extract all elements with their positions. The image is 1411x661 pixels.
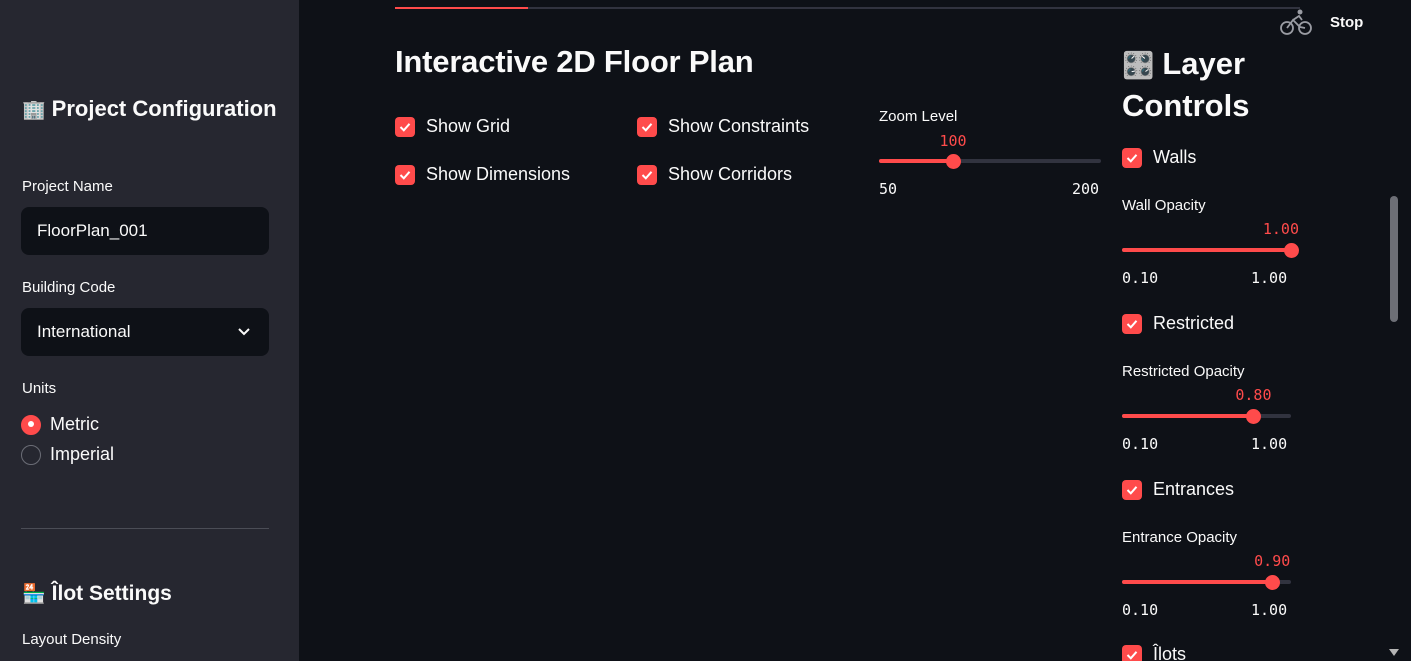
wall-opacity-max: 1.00: [1251, 269, 1288, 287]
zoom-max-label: 200: [1072, 180, 1100, 198]
restricted-opacity-slider[interactable]: [1122, 408, 1291, 424]
office-building-icon: 🏢: [22, 99, 46, 121]
entrance-opacity-label: Entrance Opacity: [1122, 529, 1238, 546]
ilot-settings-heading: 🏪 Îlot Settings: [22, 582, 172, 605]
running-status: Stop: [1280, 8, 1363, 36]
entrance-opacity-max: 1.00: [1251, 601, 1288, 619]
project-configuration-heading: 🏢 Project Configuration: [22, 96, 277, 121]
checkbox-checked-icon[interactable]: [1122, 313, 1142, 334]
project-name-label: Project Name: [22, 178, 113, 195]
entrances-checkbox[interactable]: Entrances: [1122, 479, 1234, 500]
entrance-opacity-thumb[interactable]: [1264, 574, 1280, 590]
wall-opacity-min: 0.10: [1122, 269, 1159, 287]
restricted-opacity-label: Restricted Opacity: [1122, 363, 1245, 380]
checkbox-checked-icon[interactable]: [395, 164, 415, 185]
wall-opacity-label: Wall Opacity: [1122, 197, 1206, 214]
zoom-level-value: 100: [939, 132, 967, 150]
wall-opacity-value: 1.00: [1262, 220, 1299, 238]
wall-opacity-slider[interactable]: [1122, 242, 1299, 258]
show-constraints-checkbox[interactable]: Show Constraints: [637, 116, 809, 137]
sidebar: 🏢 Project Configuration Project Name Floo…: [0, 0, 299, 661]
entrance-opacity-value: 0.90: [1254, 552, 1291, 570]
show-dimensions-checkbox[interactable]: Show Dimensions: [395, 164, 570, 185]
wall-opacity-fill: [1122, 248, 1291, 252]
building-code-select[interactable]: International: [21, 308, 269, 356]
page-scrollbar[interactable]: [1390, 196, 1398, 322]
restricted-opacity-value: 0.80: [1235, 386, 1272, 404]
checkbox-checked-icon[interactable]: [637, 164, 657, 185]
radio-unselected-icon[interactable]: [21, 444, 41, 465]
running-progress-bar: [395, 7, 1300, 9]
checkbox-checked-icon[interactable]: [1122, 479, 1142, 500]
layout-density-label: Layout Density: [22, 631, 122, 648]
units-radio-imperial[interactable]: Imperial: [21, 444, 114, 465]
units-radio-metric[interactable]: Metric: [21, 414, 99, 435]
radio-selected-icon[interactable]: [21, 414, 41, 435]
entrance-opacity-fill: [1122, 580, 1273, 584]
zoom-slider-fill: [879, 159, 953, 163]
restricted-checkbox[interactable]: Restricted: [1122, 313, 1234, 334]
restricted-opacity-max: 1.00: [1251, 435, 1288, 453]
restricted-opacity-min: 0.10: [1122, 435, 1159, 453]
zoom-level-slider[interactable]: [879, 153, 1101, 169]
stop-button[interactable]: Stop: [1330, 14, 1363, 31]
units-label: Units: [22, 380, 57, 397]
control-knobs-icon: 🎛️: [1122, 51, 1155, 81]
entrance-opacity-min: 0.10: [1122, 601, 1159, 619]
sidebar-divider: [21, 528, 269, 529]
entrance-opacity-slider[interactable]: [1122, 574, 1291, 590]
project-name-input[interactable]: FloorPlan_001: [21, 207, 269, 255]
scroll-down-arrow-icon[interactable]: [1389, 649, 1399, 656]
show-corridors-checkbox[interactable]: Show Corridors: [637, 164, 792, 185]
wall-opacity-thumb[interactable]: [1283, 242, 1299, 258]
cyclist-icon: [1280, 9, 1312, 35]
ilots-checkbox[interactable]: Îlots: [1122, 644, 1186, 661]
page-title: Interactive 2D Floor Plan: [395, 44, 754, 79]
show-grid-checkbox[interactable]: Show Grid: [395, 116, 510, 137]
checkbox-checked-icon[interactable]: [637, 116, 657, 137]
zoom-slider-thumb[interactable]: [945, 153, 961, 169]
walls-checkbox[interactable]: Walls: [1122, 147, 1196, 168]
layer-controls-heading: 🎛️ Layer Controls: [1122, 46, 1250, 123]
chevron-down-icon: [237, 308, 251, 375]
running-progress-fill: [395, 7, 529, 9]
checkbox-checked-icon[interactable]: [1122, 644, 1142, 661]
building-code-value: International: [37, 322, 131, 341]
restricted-opacity-fill: [1122, 414, 1254, 418]
checkbox-checked-icon[interactable]: [395, 116, 415, 137]
zoom-min-label: 50: [879, 180, 898, 198]
zoom-level-label: Zoom Level: [879, 108, 958, 125]
building-code-label: Building Code: [22, 279, 116, 296]
restricted-opacity-thumb[interactable]: [1245, 408, 1261, 424]
checkbox-checked-icon[interactable]: [1122, 147, 1142, 168]
store-icon: 🏪: [22, 583, 46, 605]
